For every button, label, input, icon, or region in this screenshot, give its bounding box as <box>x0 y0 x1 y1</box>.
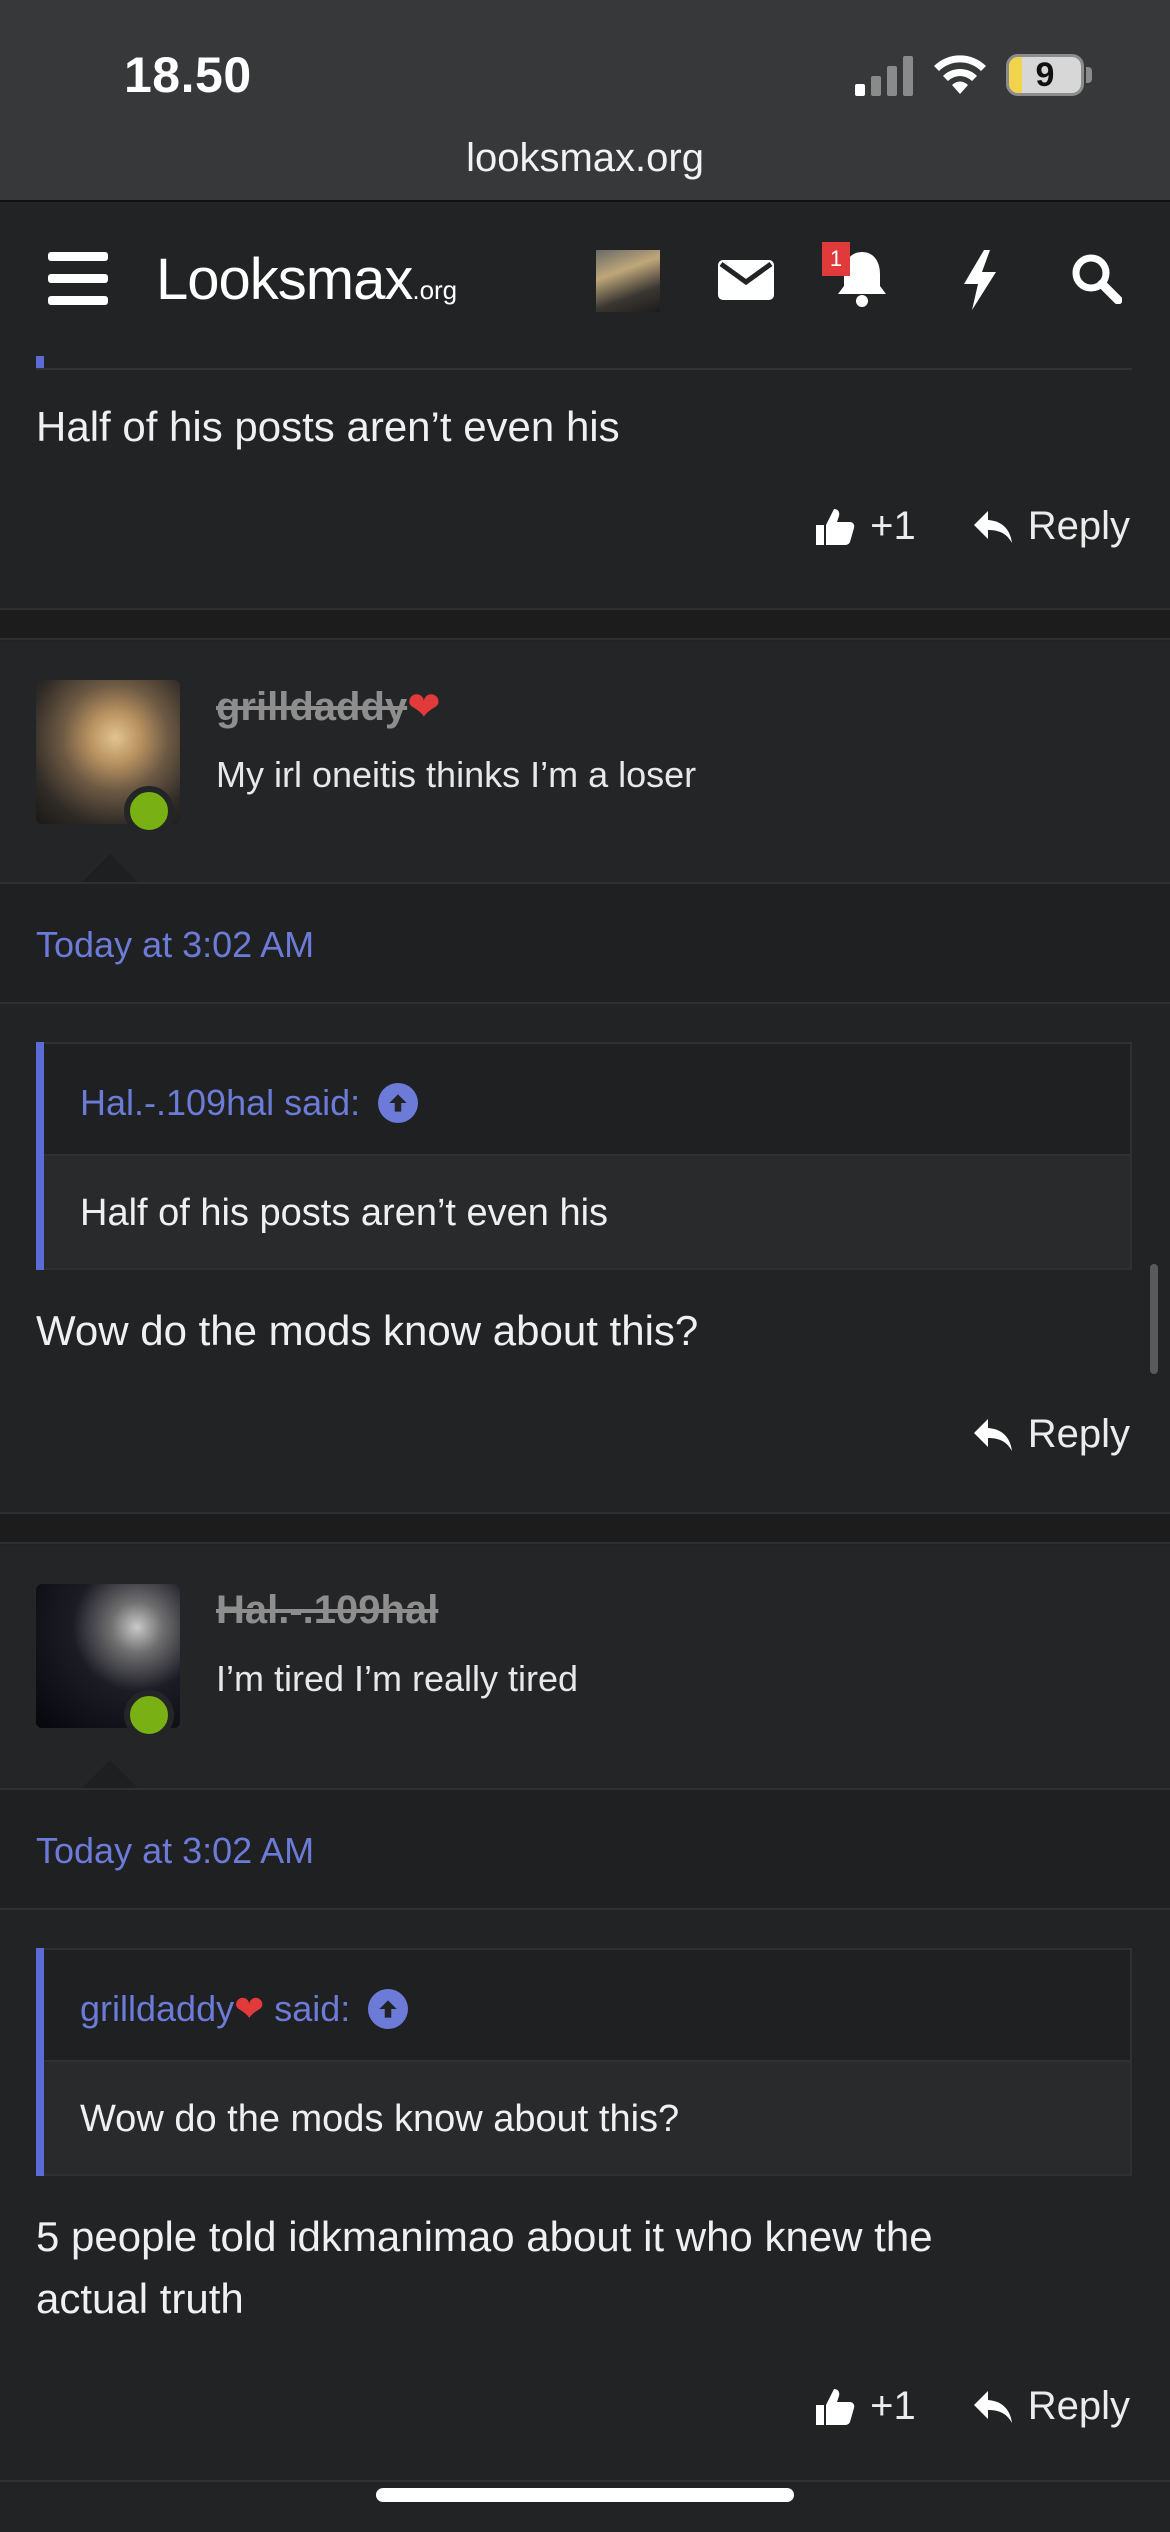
search-icon[interactable] <box>1070 252 1122 304</box>
thumbs-up-icon <box>816 508 855 545</box>
post-2-quote: Hal.-.109hal said: Half of his posts are… <box>36 1042 1132 1270</box>
mail-icon[interactable] <box>718 260 774 300</box>
address-bar-url[interactable]: looksmax.org <box>0 136 1170 181</box>
quote-author[interactable]: grilldaddy❤ said: <box>80 1988 409 2030</box>
post-1-message: Half of his posts aren’t even his <box>36 403 620 450</box>
arrow-up-circle-icon[interactable] <box>378 1083 419 1123</box>
post-2-date-bar: Today at 3:02 AM <box>0 882 1170 1004</box>
status-bar: 18.50 9 looksmax.org <box>0 0 1170 200</box>
reply-button[interactable]: Reply <box>972 504 1130 549</box>
like-button[interactable]: +1 <box>814 2384 916 2429</box>
reply-icon <box>973 510 1012 543</box>
username[interactable]: Hal.-.109hal <box>216 1588 438 1633</box>
notification-badge: 1 <box>822 242 850 276</box>
reply-button[interactable]: Reply <box>972 1412 1130 1457</box>
quote-text: Wow do the mods know about this? <box>80 2098 680 2140</box>
post-divider <box>0 1512 1170 1544</box>
user-title: I’m tired I’m really tired <box>216 1658 579 1699</box>
home-indicator[interactable] <box>376 2488 794 2502</box>
username[interactable]: grilldaddy❤ <box>216 684 441 730</box>
online-indicator <box>124 786 174 836</box>
reply-button[interactable]: Reply <box>972 2384 1130 2429</box>
post-2-user-block: grilldaddy❤ My irl oneitis thinks I’m a … <box>0 642 1170 882</box>
status-time: 18.50 <box>124 47 252 103</box>
user-pointer <box>82 854 138 882</box>
user-pointer <box>82 1760 138 1788</box>
post-divider <box>0 608 1170 640</box>
user-title: My irl oneitis thinks I’m a loser <box>216 754 697 795</box>
like-count: +1 <box>870 504 916 548</box>
post-3-actions: +1 Reply <box>814 2384 1130 2429</box>
account-avatar[interactable] <box>596 250 660 312</box>
heart-icon: ❤ <box>407 685 441 729</box>
online-indicator <box>124 1690 174 1740</box>
like-button[interactable]: +1 <box>814 504 916 549</box>
site-logo[interactable]: Looksmax.org <box>156 246 457 313</box>
battery-indicator: 9 <box>1006 54 1084 96</box>
post-3-date-bar: Today at 3:02 AM <box>0 1788 1170 1910</box>
post-divider <box>0 2480 1170 2482</box>
heart-icon: ❤ <box>234 1988 265 2029</box>
wifi-icon <box>934 55 986 94</box>
reply-icon <box>973 1418 1012 1451</box>
post-date[interactable]: Today at 3:02 AM <box>36 924 314 966</box>
thumbs-up-icon <box>816 2388 855 2425</box>
post-3-message: 5 people told idkmanimao about it who kn… <box>36 2213 933 2322</box>
post-2-message: Wow do the mods know about this? <box>36 1307 699 1354</box>
reply-icon <box>973 2390 1012 2423</box>
post-date[interactable]: Today at 3:02 AM <box>36 1830 314 1872</box>
previous-quote-edge <box>0 356 1170 372</box>
site-header: Looksmax.org 1 <box>0 200 1170 356</box>
post-3-quote: grilldaddy❤ said: Wow do the mods know a… <box>36 1948 1132 2176</box>
battery-level: 9 <box>1035 55 1055 94</box>
post-1-actions: +1 Reply <box>814 504 1130 549</box>
hamburger-icon[interactable] <box>48 252 108 306</box>
quote-author[interactable]: Hal.-.109hal said: <box>80 1082 419 1124</box>
arrow-up-circle-icon[interactable] <box>368 1989 409 2029</box>
post-3-user-block: Hal.-.109hal I’m tired I’m really tired <box>0 1546 1170 1786</box>
battery-nub <box>1086 67 1092 83</box>
like-count: +1 <box>870 2384 916 2428</box>
quote-text: Half of his posts aren’t even his <box>80 1192 609 1234</box>
bolt-icon[interactable] <box>962 250 998 310</box>
scrollbar[interactable] <box>1150 1264 1158 1374</box>
post-2-actions: Reply <box>972 1412 1130 1457</box>
signal-icon <box>855 56 913 96</box>
